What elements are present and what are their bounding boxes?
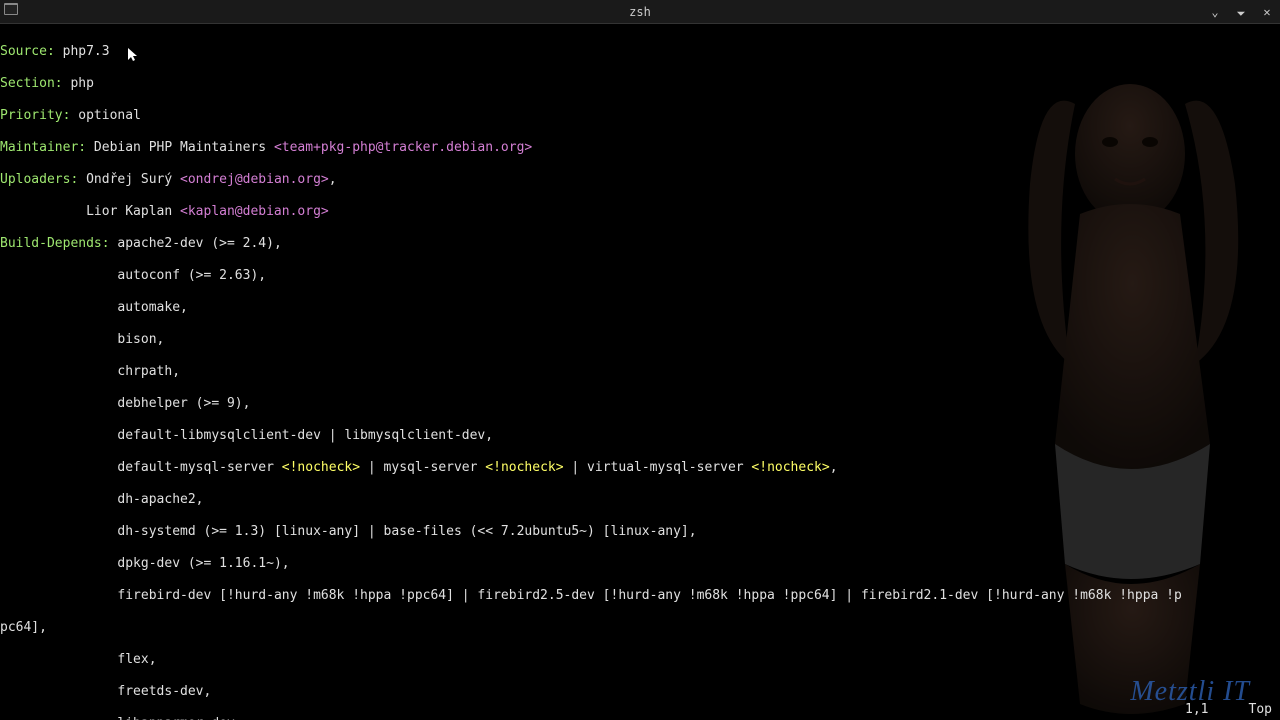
- window-titlebar: zsh ⌄ 🞃 ✕: [0, 0, 1280, 24]
- window-title: zsh: [0, 4, 1280, 20]
- cursor-position: 1,1: [1185, 702, 1208, 718]
- terminal-app-icon: [4, 3, 18, 20]
- window-menu-button[interactable]: ⌄: [1206, 3, 1224, 21]
- scroll-position: Top: [1249, 702, 1272, 718]
- terminal-viewport[interactable]: Metztli IT Source: php7.3 Section: php P…: [0, 24, 1280, 720]
- vim-status-line: 1,1 Top: [1185, 702, 1272, 718]
- window-close-button[interactable]: ✕: [1258, 3, 1276, 21]
- window-minimize-button[interactable]: 🞃: [1232, 3, 1250, 21]
- terminal-text: Source: php7.3 Section: php Priority: op…: [0, 24, 1182, 720]
